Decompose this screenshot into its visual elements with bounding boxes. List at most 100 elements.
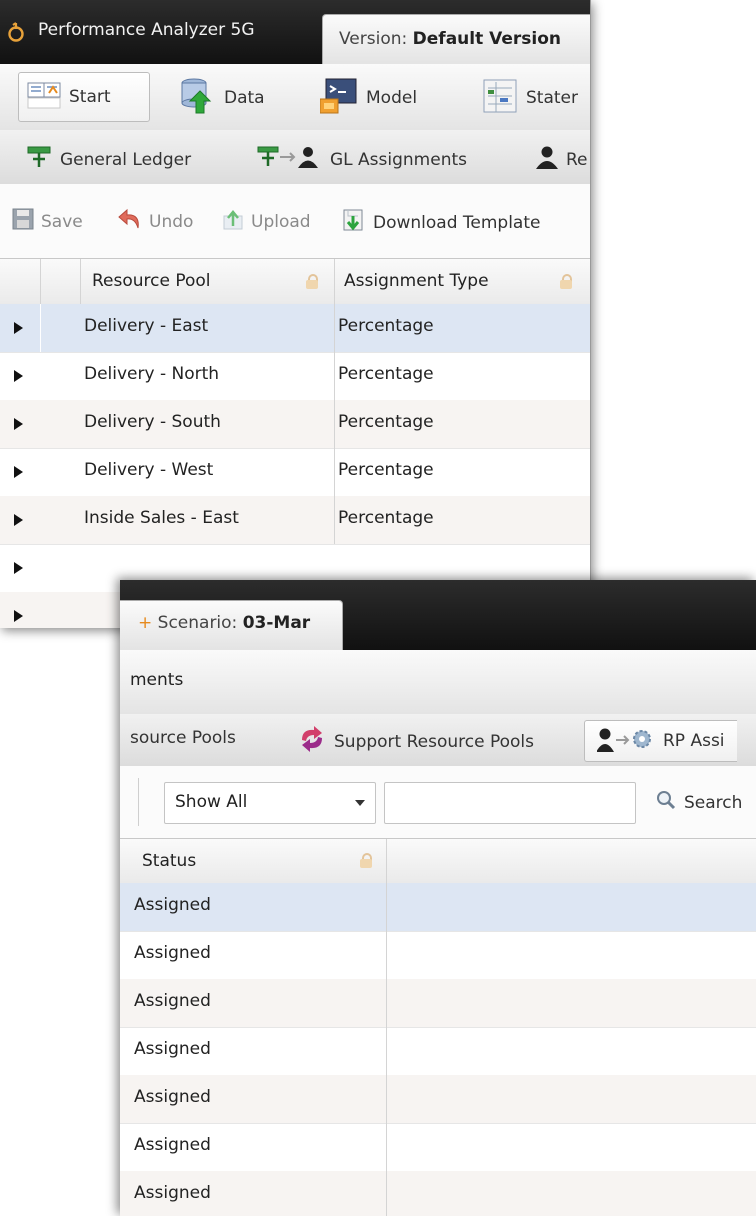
subnav-gl-assignments-label: GL Assignments: [330, 149, 467, 170]
assignment-type-cell: Percentage: [338, 412, 434, 432]
nav-model[interactable]: Model: [319, 77, 418, 120]
start-icon: [27, 81, 61, 114]
subnav-resources-label: Re: [566, 149, 588, 170]
search-button-label: Search: [684, 792, 743, 813]
subnav-resource-pools-label: source Pools: [130, 728, 236, 748]
rp-assignments-icon: [596, 726, 655, 757]
undo-label: Undo: [149, 211, 194, 232]
save-button[interactable]: Save: [12, 208, 83, 235]
status-cell: Assigned: [134, 1135, 211, 1155]
upload-label: Upload: [251, 211, 311, 232]
status-grid-body: Assigned Assigned Assigned Assigned Assi…: [120, 883, 756, 1216]
toolbar: Save Undo Upload Download Template: [0, 184, 590, 258]
nav-data[interactable]: Data: [178, 78, 265, 118]
version-label: Version:: [339, 29, 408, 49]
upload-icon: [222, 208, 244, 235]
expand-arrow-icon[interactable]: [14, 610, 23, 622]
save-icon: [12, 208, 34, 235]
statements-icon: [482, 78, 518, 119]
version-value: Default Version: [412, 29, 562, 49]
scenario-tab[interactable]: + Scenario: 03-Mar: [120, 600, 343, 651]
resource-pool-cell: Inside Sales - East: [84, 508, 239, 528]
table-row[interactable]: Assigned: [120, 1171, 756, 1216]
grid-header: Resource Pool Assignment Type: [0, 258, 590, 306]
breadcrumb-strip: ments: [120, 650, 756, 715]
version-tab[interactable]: Version: Default Version: [322, 14, 590, 65]
status-cell: Assigned: [134, 1087, 211, 1107]
ledger-icon: [26, 145, 52, 174]
search-input[interactable]: [384, 782, 636, 824]
table-row[interactable]: Inside Sales - East Percentage: [0, 496, 590, 545]
table-row[interactable]: Assigned: [120, 931, 756, 980]
expand-arrow-icon[interactable]: [14, 514, 23, 526]
nav-statements[interactable]: Stater: [482, 78, 578, 118]
column-header-resource-pool[interactable]: Resource Pool: [92, 271, 211, 291]
expand-arrow-icon[interactable]: [14, 418, 23, 430]
download-icon: [342, 208, 366, 237]
table-row[interactable]: Assigned: [120, 1075, 756, 1124]
scenario-bar: + Scenario: 03-Mar: [120, 580, 756, 651]
status-grid-header: Status: [120, 839, 756, 884]
table-row[interactable]: Assigned: [120, 883, 756, 932]
subnav-support-resource-pools-label: Support Resource Pools: [334, 731, 534, 752]
column-header-assignment-type[interactable]: Assignment Type: [344, 271, 489, 291]
undo-icon: [118, 208, 142, 235]
subnav-rp-assignments[interactable]: RP Assi: [584, 720, 737, 762]
subnav-rp-assignments-label: RP Assi: [663, 731, 725, 751]
status-cell: Assigned: [134, 991, 211, 1011]
assignment-type-cell: Percentage: [338, 460, 434, 480]
app-logo-icon: [6, 22, 26, 42]
subnav-gl-assignments[interactable]: GL Assignments: [256, 145, 467, 174]
assignment-type-cell: Percentage: [338, 508, 434, 528]
table-row[interactable]: Delivery - North Percentage: [0, 352, 590, 401]
cycle-icon: [298, 726, 326, 757]
zoomed-window: + Scenario: 03-Mar ments source Pools Su…: [120, 580, 756, 1216]
nav-data-label: Data: [224, 88, 265, 108]
table-row[interactable]: Delivery - West Percentage: [0, 448, 590, 497]
subnav-resources[interactable]: Re: [536, 145, 588, 174]
search-button[interactable]: Search: [656, 790, 742, 815]
lock-icon: [306, 274, 318, 289]
assignment-type-cell: Percentage: [338, 364, 434, 384]
database-icon: [178, 77, 216, 120]
show-all-select[interactable]: Show All: [164, 782, 376, 824]
status-cell: Assigned: [134, 1039, 211, 1059]
expand-arrow-icon[interactable]: [14, 562, 23, 574]
column-header-status[interactable]: Status: [142, 851, 196, 871]
table-row[interactable]: Assigned: [120, 1027, 756, 1076]
assignment-type-cell: Percentage: [338, 316, 434, 336]
sub-nav: General Ledger GL Assignments Re: [0, 130, 590, 185]
person-icon: [536, 145, 558, 174]
upload-button[interactable]: Upload: [222, 208, 311, 235]
table-row[interactable]: Assigned: [120, 979, 756, 1028]
expand-arrow-icon[interactable]: [14, 466, 23, 478]
resource-pool-cell: Delivery - East: [84, 316, 209, 336]
title-bar: Performance Analyzer 5G Version: Default…: [0, 0, 590, 65]
status-cell: Assigned: [134, 1183, 211, 1203]
subnav-resource-pools[interactable]: source Pools: [130, 728, 236, 748]
table-row[interactable]: Delivery - South Percentage: [0, 400, 590, 449]
lock-icon: [360, 853, 372, 868]
expand-arrow-icon[interactable]: [14, 322, 23, 334]
undo-button[interactable]: Undo: [118, 208, 193, 235]
resource-pool-cell: Delivery - West: [84, 460, 214, 480]
chevron-down-icon: [355, 800, 365, 806]
table-row[interactable]: Assigned: [120, 1123, 756, 1172]
subnav-support-resource-pools[interactable]: Support Resource Pools: [298, 726, 534, 757]
main-window: Performance Analyzer 5G Version: Default…: [0, 0, 591, 628]
nav-start[interactable]: Start: [18, 72, 150, 122]
status-cell: Assigned: [134, 895, 211, 915]
subnav-general-ledger[interactable]: General Ledger: [26, 145, 191, 174]
nav-model-label: Model: [366, 88, 418, 108]
top-nav: Start Data Model Stater: [0, 64, 590, 131]
panel2-sub-nav: source Pools Support Resource Pools RP A…: [120, 714, 756, 767]
expand-arrow-icon[interactable]: [14, 370, 23, 382]
download-template-button[interactable]: Download Template: [342, 208, 540, 237]
model-icon: [319, 77, 358, 120]
app-title: Performance Analyzer 5G: [38, 20, 255, 40]
gl-assignments-icon: [256, 145, 322, 174]
table-row[interactable]: Delivery - East Percentage: [0, 304, 590, 353]
search-icon: [656, 790, 676, 815]
filter-bar: Show All Search: [120, 766, 756, 839]
save-label: Save: [41, 211, 83, 232]
